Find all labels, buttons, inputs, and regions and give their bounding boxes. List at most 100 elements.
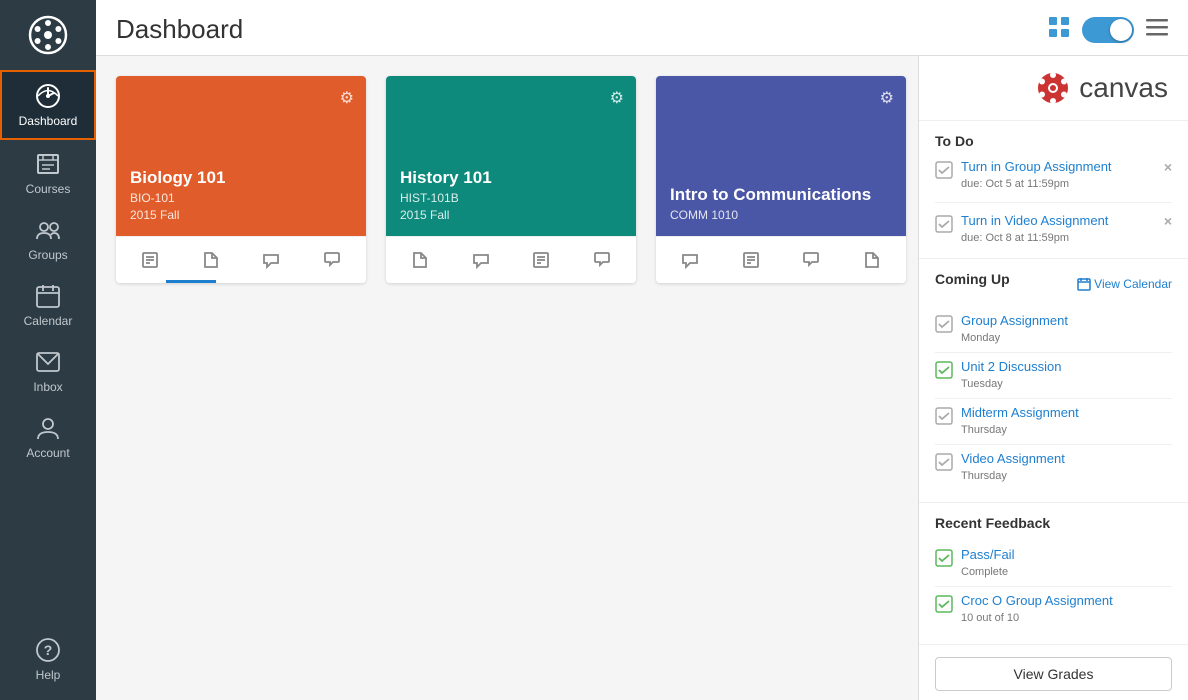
course-card-bio101: ⚙ Biology 101 BIO-101 2015 Fall	[116, 76, 366, 283]
sidebar-item-courses-label: Courses	[26, 182, 71, 196]
coming-link-1[interactable]: Unit 2 Discussion	[961, 359, 1061, 374]
feedback-detail-0: Complete	[961, 566, 1008, 578]
coming-text-0: Group Assignment Monday	[961, 313, 1068, 346]
coming-item-2: Midterm Assignment Thursday	[935, 399, 1172, 445]
sidebar-item-account-label: Account	[26, 446, 69, 460]
coming-up-section: Coming Up View Calendar	[919, 259, 1188, 503]
sidebar-item-groups[interactable]: Groups	[0, 206, 96, 272]
todo-dismiss-1[interactable]: ×	[1164, 213, 1172, 229]
hamburger-menu-icon[interactable]	[1146, 16, 1168, 43]
cards-area: ⚙ Biology 101 BIO-101 2015 Fall	[96, 56, 918, 700]
coming-up-header: Coming Up View Calendar	[935, 271, 1172, 297]
todo-item-1: Turn in Video Assignment due: Oct 8 at 1…	[935, 213, 1172, 246]
coming-day-0: Monday	[961, 332, 1000, 344]
page-title: Dashboard	[116, 14, 1048, 45]
coming-item-3: Video Assignment Thursday	[935, 445, 1172, 490]
view-calendar-link[interactable]: View Calendar	[1077, 277, 1172, 291]
todo-title: To Do	[935, 133, 1172, 149]
todo-check-icon-0	[935, 161, 953, 179]
header-controls	[1048, 16, 1168, 43]
canvas-logo-icon	[1035, 70, 1071, 106]
coming-item-1: Unit 2 Discussion Tuesday	[935, 353, 1172, 399]
sidebar-logo	[0, 0, 96, 70]
sidebar-item-inbox[interactable]: Inbox	[0, 338, 96, 404]
card-grades-icon-bio101[interactable]	[133, 245, 167, 275]
todo-dismiss-0[interactable]: ×	[1164, 159, 1172, 175]
card-announcements-icon-bio101[interactable]	[254, 245, 288, 275]
feedback-link-1[interactable]: Croc O Group Assignment	[961, 593, 1113, 608]
card-header-bio101: ⚙ Biology 101 BIO-101 2015 Fall	[116, 76, 366, 236]
card-code-bio101: BIO-101	[130, 191, 352, 205]
card-discussions-icon-bio101[interactable]	[315, 245, 349, 275]
feedback-detail-1: 10 out of 10	[961, 612, 1019, 624]
card-grades-icon-comm1010[interactable]	[734, 245, 768, 275]
recent-feedback-section: Recent Feedback Pass/Fail Complete	[919, 503, 1188, 645]
feedback-link-0[interactable]: Pass/Fail	[961, 547, 1014, 562]
card-active-indicator-bio101	[166, 280, 216, 283]
sidebar-item-dashboard[interactable]: Dashboard	[0, 70, 96, 140]
grid-view-icon[interactable]	[1048, 16, 1070, 43]
coming-day-3: Thursday	[961, 470, 1007, 482]
coming-day-2: Thursday	[961, 424, 1007, 436]
recent-feedback-title: Recent Feedback	[935, 515, 1172, 531]
coming-link-0[interactable]: Group Assignment	[961, 313, 1068, 328]
todo-check-icon-1	[935, 215, 953, 233]
main-content: Dashboard	[96, 0, 1188, 700]
todo-link-1[interactable]: Turn in Video Assignment	[961, 213, 1156, 228]
coming-text-3: Video Assignment Thursday	[961, 451, 1065, 484]
card-title-bio101: Biology 101	[130, 168, 352, 188]
sidebar-item-help[interactable]: ? Help	[0, 626, 96, 692]
todo-item-0: Turn in Group Assignment due: Oct 5 at 1…	[935, 159, 1172, 203]
card-discussions-icon-hist101[interactable]	[585, 245, 619, 275]
header: Dashboard	[96, 0, 1188, 56]
card-files-icon-hist101[interactable]	[403, 245, 437, 275]
card-term-bio101: 2015 Fall	[130, 208, 352, 222]
card-announcements-icon-comm1010[interactable]	[673, 245, 707, 275]
card-grades-icon-hist101[interactable]	[524, 245, 558, 275]
card-code-hist101: HIST-101B	[400, 191, 622, 205]
card-gear-hist101[interactable]: ⚙	[610, 88, 624, 108]
feedback-item-0: Pass/Fail Complete	[935, 541, 1172, 587]
coming-text-2: Midterm Assignment Thursday	[961, 405, 1079, 438]
view-grades-button[interactable]: View Grades	[935, 657, 1172, 691]
coming-text-1: Unit 2 Discussion Tuesday	[961, 359, 1061, 392]
card-term-hist101: 2015 Fall	[400, 208, 622, 222]
card-code-comm1010: COMM 1010	[670, 208, 892, 222]
course-card-comm1010: ⚙ Intro to Communications COMM 1010	[656, 76, 906, 283]
todo-section: To Do Turn in Group Assignment due: Oct …	[919, 121, 1188, 259]
view-toggle[interactable]	[1082, 17, 1134, 43]
coming-check-icon-0	[935, 315, 953, 333]
card-footer-hist101	[386, 236, 636, 283]
help-label: Help	[36, 668, 61, 682]
card-gear-comm1010[interactable]: ⚙	[880, 88, 894, 108]
coming-check-icon-3	[935, 453, 953, 471]
card-files-icon-comm1010[interactable]	[855, 245, 889, 275]
coming-check-icon-2	[935, 407, 953, 425]
sidebar-item-account[interactable]: Account	[0, 404, 96, 470]
card-footer-comm1010	[656, 236, 906, 283]
card-discussions-icon-comm1010[interactable]	[794, 245, 828, 275]
sidebar-item-courses[interactable]: Courses	[0, 140, 96, 206]
card-header-hist101: ⚙ History 101 HIST-101B 2015 Fall	[386, 76, 636, 236]
content-area: ⚙ Biology 101 BIO-101 2015 Fall	[96, 56, 1188, 700]
svg-text:?: ?	[44, 642, 53, 658]
course-cards-row: ⚙ Biology 101 BIO-101 2015 Fall	[116, 76, 898, 283]
card-gear-bio101[interactable]: ⚙	[340, 88, 354, 108]
coming-link-2[interactable]: Midterm Assignment	[961, 405, 1079, 420]
canvas-logo-text: canvas	[1079, 72, 1168, 104]
card-title-comm1010: Intro to Communications	[670, 185, 892, 205]
feedback-check-icon-1	[935, 595, 953, 613]
card-files-icon-bio101[interactable]	[194, 245, 228, 275]
todo-text-0: Turn in Group Assignment due: Oct 5 at 1…	[961, 159, 1156, 192]
coming-up-title: Coming Up	[935, 271, 1010, 287]
sidebar: Dashboard Courses Groups Calendar	[0, 0, 96, 700]
sidebar-item-inbox-label: Inbox	[33, 380, 62, 394]
coming-link-3[interactable]: Video Assignment	[961, 451, 1065, 466]
card-header-comm1010: ⚙ Intro to Communications COMM 1010	[656, 76, 906, 236]
sidebar-item-calendar[interactable]: Calendar	[0, 272, 96, 338]
coming-day-1: Tuesday	[961, 378, 1003, 390]
todo-link-0[interactable]: Turn in Group Assignment	[961, 159, 1156, 174]
feedback-item-1: Croc O Group Assignment 10 out of 10	[935, 587, 1172, 632]
view-calendar-label: View Calendar	[1094, 277, 1172, 291]
card-announcements-icon-hist101[interactable]	[464, 245, 498, 275]
